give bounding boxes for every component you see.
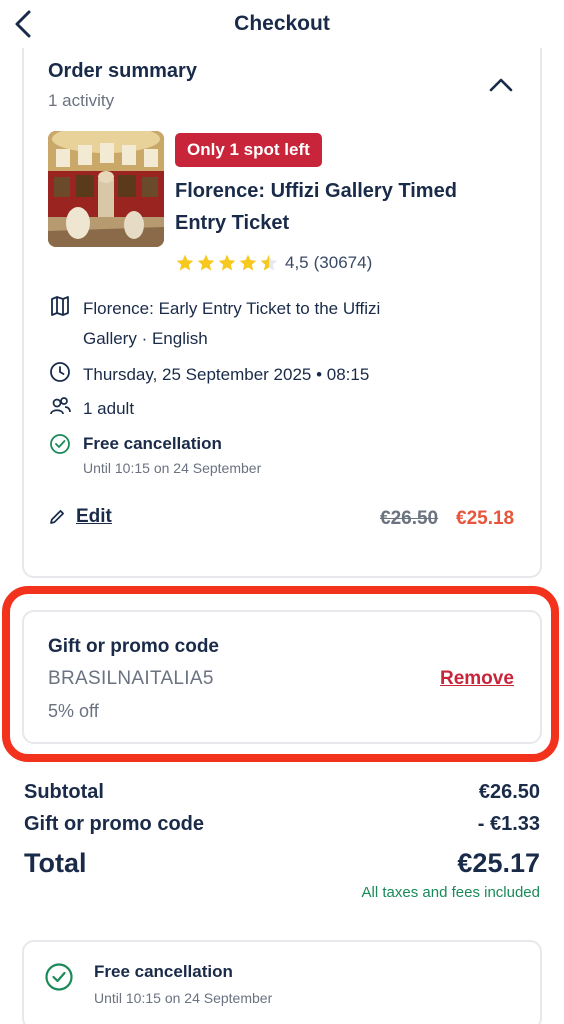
rating-score: 4,5 [285, 253, 309, 272]
promo-title: Gift or promo code [48, 636, 219, 657]
free-cancellation-card-until: Until 10:15 on 24 September [94, 990, 273, 1006]
chevron-up-icon [489, 78, 513, 92]
collapse-button[interactable] [488, 74, 514, 96]
original-price: €26.50 [380, 508, 439, 529]
clock-icon [48, 360, 72, 384]
map-icon [48, 294, 72, 318]
star-icon [218, 254, 236, 271]
availability-badge: Only 1 spot left [175, 133, 322, 167]
participants: 1 adult [83, 399, 135, 418]
subtotal-label: Subtotal [24, 781, 104, 803]
promo-row: Gift or promo code - €1.33 [24, 813, 540, 836]
star-icon [197, 254, 215, 271]
option-detail: Florence: Early Entry Ticket to the Uffi… [48, 294, 380, 354]
subtotal-value: €26.50 [478, 781, 540, 803]
remove-promo-button[interactable]: Remove [440, 668, 514, 690]
people-icon [48, 394, 72, 418]
total-label: Total [24, 848, 87, 878]
half-star-icon [260, 254, 278, 271]
activity-title[interactable]: Florence: Uffizi Gallery Timed Entry Tic… [175, 175, 505, 239]
activity-count: 1 activity [48, 91, 115, 110]
free-cancellation-card: Free cancellation Until 10:15 on 24 Sept… [22, 940, 542, 1024]
checkout-header: Checkout [0, 0, 564, 52]
rating-count: (30674) [313, 253, 373, 272]
order-summary-title: Order summary [48, 60, 197, 82]
promo-row-value: - €1.33 [477, 813, 540, 835]
option-line-1: Florence: Early Entry Ticket to the Uffi… [83, 299, 381, 318]
star-icon [176, 254, 194, 271]
edit-button[interactable]: Edit [48, 506, 112, 528]
rating: 4,5 (30674) [175, 251, 372, 275]
check-circle-icon [48, 432, 72, 456]
free-cancellation-detail: Free cancellation Until 10:15 on 24 Sept… [48, 432, 261, 476]
activity-thumbnail[interactable] [48, 131, 164, 247]
discounted-price: €25.18 [456, 508, 515, 529]
total-value: €25.17 [457, 848, 540, 878]
star-icon [239, 254, 257, 271]
date-detail: Thursday, 25 September 2025 • 08:15 [48, 360, 369, 390]
edit-label[interactable]: Edit [76, 506, 112, 528]
check-circle-icon [45, 963, 73, 991]
promo-discount: 5% off [48, 701, 99, 721]
subtotal-row: Subtotal €26.50 [24, 781, 540, 804]
promo-code-value: BRASILNAITALIA5 [48, 668, 214, 689]
option-line-2: Gallery · English [83, 329, 208, 348]
page-title: Checkout [234, 12, 330, 35]
pencil-icon [50, 510, 64, 524]
free-cancellation-title: Free cancellation [83, 434, 222, 453]
total-row: Total €25.17 [24, 848, 540, 879]
free-cancellation-until: Until 10:15 on 24 September [83, 460, 262, 476]
date-time: Thursday, 25 September 2025 • 08:15 [83, 365, 370, 384]
participants-detail: 1 adult [48, 394, 134, 424]
free-cancellation-card-title: Free cancellation [94, 962, 233, 981]
star-rating [175, 253, 279, 273]
order-summary-card: Order summary 1 activity Only 1 spot lef… [22, 48, 542, 578]
taxes-note: All taxes and fees included [361, 884, 540, 901]
promo-code-card: Gift or promo code BRASILNAITALIA5 5% of… [22, 610, 542, 744]
promo-row-label: Gift or promo code [24, 813, 204, 835]
